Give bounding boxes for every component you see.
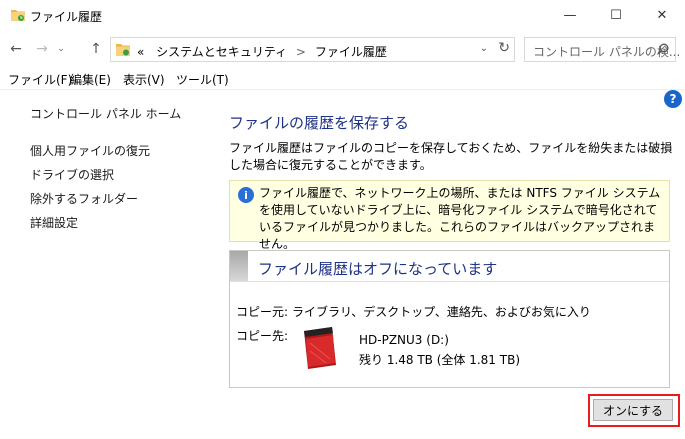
copy-from-value: ライブラリ、デスクトップ、連絡先、およびお気に入り <box>292 305 591 319</box>
address-dropdown-icon[interactable]: ⌄ <box>480 43 488 54</box>
forward-button[interactable]: → <box>32 38 52 60</box>
window-title: ファイル履歴 <box>30 10 103 24</box>
menu-view[interactable]: 表示(V) <box>123 71 165 88</box>
external-drive-icon <box>304 327 336 369</box>
breadcrumb-overflow[interactable]: « <box>137 45 144 59</box>
status-title: ファイル履歴はオフになっています <box>258 260 498 278</box>
info-banner: i ファイル履歴で、ネットワーク上の場所、または NTFS ファイル システムを… <box>229 180 670 251</box>
menu-edit[interactable]: 編集(E) <box>70 71 111 88</box>
sidebar-item-advanced-settings[interactable]: 詳細設定 <box>30 214 78 231</box>
address-row: ← → ⌄ ↑ « システムとセキュリティ > ファイル履歴 ⌄ ↻ コントロー… <box>0 34 685 64</box>
sidebar-item-exclude-folders[interactable]: 除外するフォルダー <box>30 190 138 207</box>
control-panel-home-link[interactable]: コントロール パネル ホーム <box>30 105 181 122</box>
sidebar-item-select-drive[interactable]: ドライブの選択 <box>30 166 114 183</box>
title-bar: ファイル履歴 — ☐ ✕ <box>0 0 685 32</box>
panel-divider <box>230 281 669 282</box>
breadcrumb-separator[interactable]: > <box>296 45 306 59</box>
minimize-button[interactable]: — <box>547 0 593 30</box>
status-panel: ファイル履歴はオフになっています コピー元: ライブラリ、デスクトップ、連絡先、… <box>229 250 670 388</box>
folder-history-icon <box>11 10 25 21</box>
search-icon[interactable] <box>657 43 669 55</box>
close-button[interactable]: ✕ <box>639 0 685 30</box>
page-description: ファイル履歴はファイルのコピーを保存しておくため、ファイルを紛失または破損した場… <box>229 141 673 172</box>
menu-tools[interactable]: ツール(T) <box>176 71 229 88</box>
drive-name: HD-PZNU3 (D:) <box>359 333 449 347</box>
copy-from-label: コピー元: <box>236 305 289 319</box>
breadcrumb-system-security[interactable]: システムとセキュリティ <box>156 45 287 59</box>
sidebar-item-restore-files[interactable]: 個人用ファイルの復元 <box>30 142 150 159</box>
page-title: ファイルの履歴を保存する <box>229 114 410 132</box>
info-message: ファイル履歴で、ネットワーク上の場所、または NTFS ファイル システムを使用… <box>259 186 661 251</box>
maximize-button[interactable]: ☐ <box>593 0 639 30</box>
search-box[interactable]: コントロール パネルの検... <box>524 37 680 62</box>
back-button[interactable]: ← <box>6 38 26 60</box>
refresh-icon[interactable]: ↻ <box>498 40 510 56</box>
highlight-frame <box>588 394 680 427</box>
up-button[interactable]: ↑ <box>86 38 106 60</box>
info-icon: i <box>238 187 254 203</box>
address-bar[interactable]: « システムとセキュリティ > ファイル履歴 ⌄ ↻ <box>110 37 515 62</box>
drive-space: 残り 1.48 TB (全体 1.81 TB) <box>359 353 520 367</box>
panel-header-accent <box>230 251 248 281</box>
breadcrumb: « システムとセキュリティ > ファイル履歴 <box>137 43 387 60</box>
control-panel-icon <box>116 44 130 56</box>
menu-bar: ファイル(F) 編集(E) 表示(V) ツール(T) <box>0 68 685 90</box>
help-icon[interactable]: ? <box>664 90 682 108</box>
recent-locations-button[interactable]: ⌄ <box>54 38 68 60</box>
breadcrumb-file-history[interactable]: ファイル履歴 <box>315 45 387 59</box>
copy-to-label: コピー先: <box>236 329 289 343</box>
menu-file[interactable]: ファイル(F) <box>8 71 72 88</box>
